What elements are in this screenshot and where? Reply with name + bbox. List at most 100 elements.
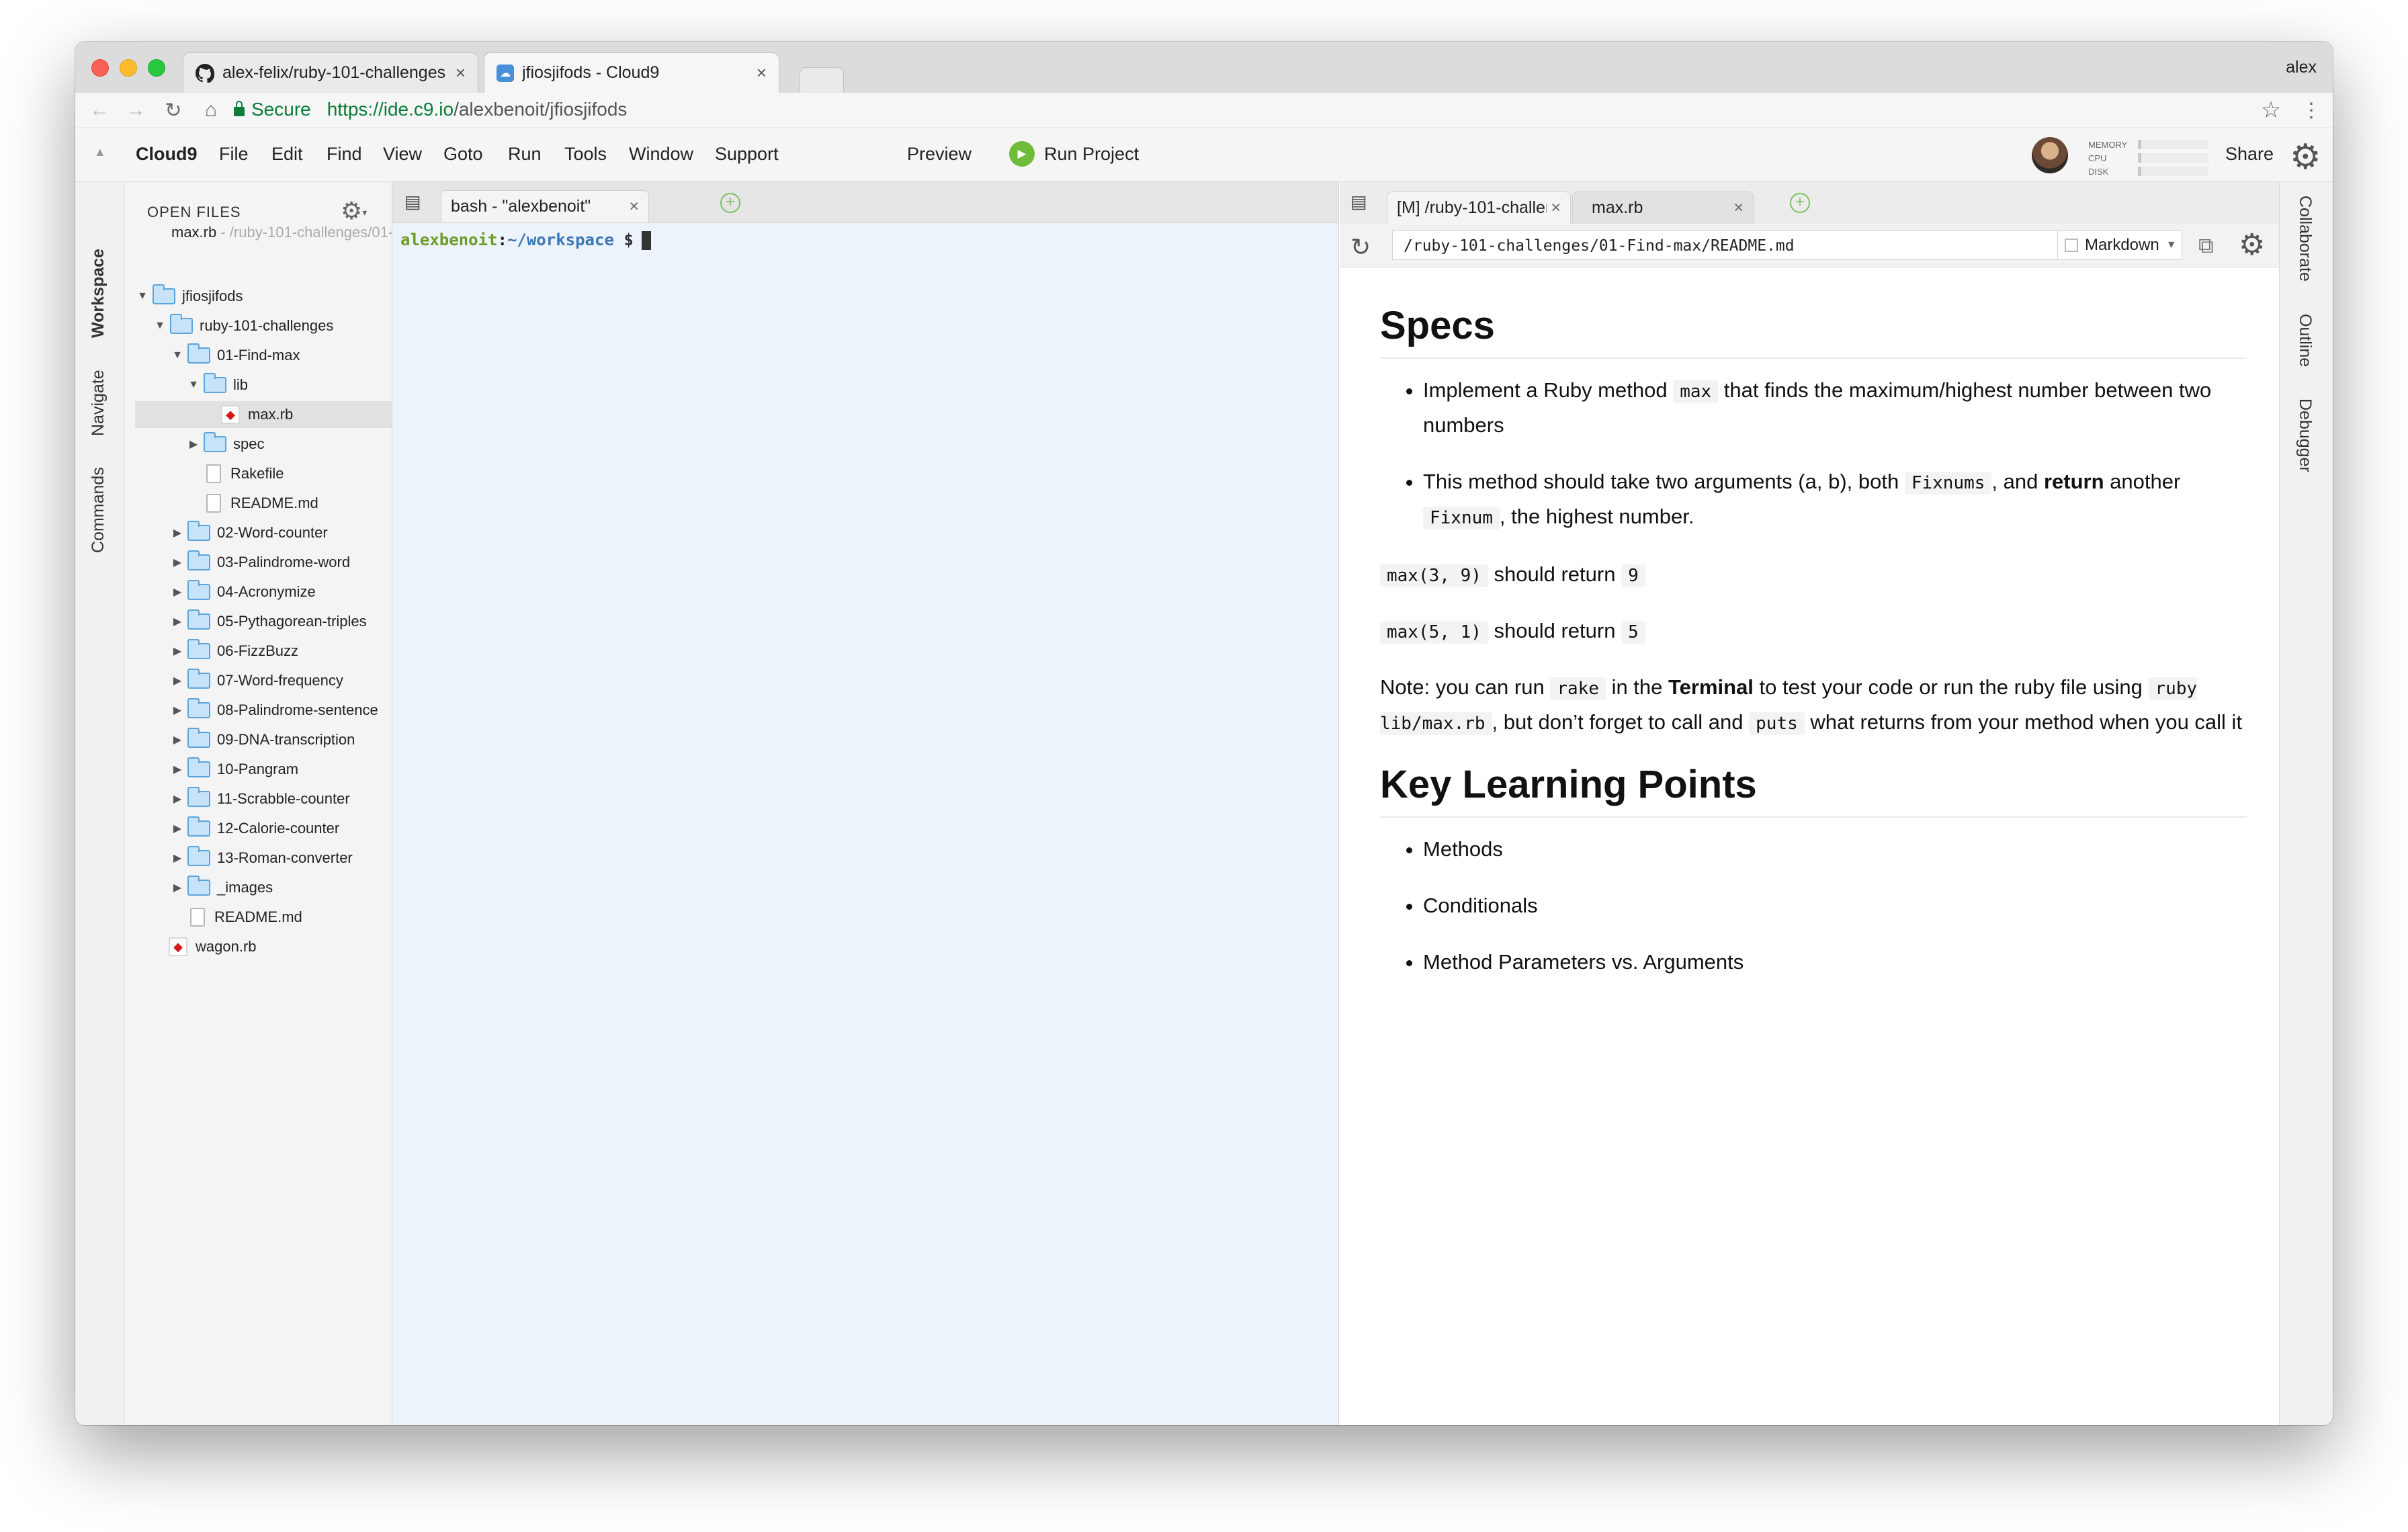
run-project-button[interactable]: ▶ Run Project [1009, 141, 1139, 167]
tree-folder[interactable]: ▶ 13-Roman-converter [135, 845, 392, 871]
tree-folder[interactable]: ▼ ruby-101-challenges [135, 312, 388, 339]
cloud9-menu[interactable]: Cloud9 [136, 144, 198, 165]
tree-folder[interactable]: ▶ 12-Calorie-counter [135, 815, 392, 842]
browser-menu-icon[interactable]: ⋮ [2299, 98, 2323, 122]
tab-list-icon[interactable]: ▤ [404, 192, 421, 212]
refresh-icon[interactable]: ↻ [1350, 233, 1371, 261]
tree-folder[interactable]: ▶ spec [135, 431, 392, 458]
rail-tab-debugger[interactable]: Debugger [2295, 398, 2315, 472]
tree-folder[interactable]: ▶ 10-Pangram [135, 756, 392, 783]
tree-folder[interactable]: ▶ 03-Palindrome-word [135, 549, 392, 576]
collapsed-arrow-icon[interactable]: ▶ [170, 704, 185, 717]
close-window-button[interactable] [91, 59, 109, 77]
close-tab-icon[interactable]: × [456, 62, 466, 83]
tree-file-selected[interactable]: ◆ max.rb [135, 401, 392, 428]
reload-icon[interactable]: ↻ [161, 98, 185, 122]
tree-folder[interactable]: ▼ lib [135, 372, 392, 398]
browser-tab-github[interactable]: alex-felix/ruby-101-challenges × [183, 52, 478, 93]
add-tab-icon[interactable]: + [1790, 193, 1810, 213]
url-field[interactable]: Secure https://ide.c9.io/alexbenoit/jfio… [234, 96, 2333, 123]
collapsed-arrow-icon[interactable]: ▶ [170, 526, 185, 540]
collapsed-arrow-icon[interactable]: ▶ [170, 556, 185, 569]
open-file-item[interactable]: max.rb - /ruby-101-challenges/01-Find-ma… [171, 224, 392, 241]
tree-folder[interactable]: ▶ 07-Word-frequency [135, 667, 392, 694]
tree-folder[interactable]: ▶ 08-Palindrome-sentence [135, 697, 392, 724]
menu-edit[interactable]: Edit [271, 144, 303, 165]
tree-folder[interactable]: ▶ 11-Scrabble-counter [135, 785, 392, 812]
home-icon[interactable]: ⌂ [199, 98, 223, 122]
folder-icon [187, 846, 210, 866]
tree-folder[interactable]: ▶ 04-Acronymize [135, 579, 392, 605]
terminal-pane[interactable]: ▤ bash - "alexbenoit" × + alexbenoit:~/w… [392, 182, 1339, 1425]
expanded-arrow-icon[interactable]: ▼ [135, 290, 150, 302]
preview-tab-maxrb[interactable]: max.rb × [1572, 192, 1754, 224]
collapsed-arrow-icon[interactable]: ▶ [170, 822, 185, 835]
collapsed-arrow-icon[interactable]: ▶ [170, 674, 185, 687]
settings-gear-icon[interactable]: ⚙ [2290, 137, 2321, 177]
close-tab-icon[interactable]: × [757, 62, 767, 83]
share-button[interactable]: Share [2225, 144, 2274, 165]
preview-mode-select[interactable]: Markdown ▼ [2057, 230, 2182, 260]
tree-folder[interactable]: ▶ 09-DNA-transcription [135, 726, 392, 753]
collapsed-arrow-icon[interactable]: ▶ [170, 792, 185, 806]
tree-folder[interactable]: ▶ 02-Word-counter [135, 519, 392, 546]
expanded-arrow-icon[interactable]: ▼ [153, 320, 167, 332]
bookmark-star-icon[interactable]: ☆ [2259, 97, 2283, 123]
browser-tab-cloud9[interactable]: ☁ jfiosjifods - Cloud9 × [484, 52, 779, 93]
add-tab-icon[interactable]: + [720, 193, 740, 213]
expanded-arrow-icon[interactable]: ▼ [186, 379, 201, 391]
collapse-up-icon[interactable]: ▲ [94, 145, 106, 159]
close-tab-icon[interactable]: × [1551, 198, 1561, 218]
menu-find[interactable]: Find [327, 144, 362, 165]
tree-file[interactable]: ◆ wagon.rb [135, 933, 392, 960]
maximize-window-button[interactable] [148, 59, 165, 77]
tree-folder[interactable]: ▶ 06-FizzBuzz [135, 638, 392, 665]
tree-folder[interactable]: ▼ jfiosjifods [135, 283, 370, 310]
browser-tab-title: jfiosjifods - Cloud9 [522, 63, 660, 82]
menu-tools[interactable]: Tools [564, 144, 607, 165]
expanded-arrow-icon[interactable]: ▼ [170, 349, 185, 361]
collapsed-arrow-icon[interactable]: ▶ [170, 733, 185, 747]
new-tab-button[interactable] [800, 67, 844, 93]
collapsed-arrow-icon[interactable]: ▶ [170, 881, 185, 894]
close-tab-icon[interactable]: × [629, 197, 639, 216]
preview-path-input[interactable]: /ruby-101-challenges/01-Find-max/README.… [1392, 230, 2065, 260]
tree-file[interactable]: README.md [135, 490, 392, 517]
rail-tab-collaborate[interactable]: Collaborate [2295, 196, 2315, 282]
preview-settings-gear-icon[interactable]: ⚙ [2239, 228, 2265, 262]
tree-file[interactable]: Rakefile [135, 460, 392, 487]
collapsed-arrow-icon[interactable]: ▶ [170, 763, 185, 776]
tree-folder[interactable]: ▼ 01-Find-max [135, 342, 392, 369]
collapsed-arrow-icon[interactable]: ▶ [170, 615, 185, 628]
menu-file[interactable]: File [219, 144, 249, 165]
terminal-tab[interactable]: bash - "alexbenoit" × [441, 190, 649, 222]
rail-tab-outline[interactable]: Outline [2295, 314, 2315, 367]
avatar[interactable] [2032, 137, 2068, 173]
memory-label: MEMORY [2088, 140, 2128, 150]
preview-tab-readme[interactable]: [M] /ruby-101-challenges/01-Find-max/REA… [1387, 192, 1571, 224]
menu-window[interactable]: Window [629, 144, 693, 165]
menu-support[interactable]: Support [715, 144, 779, 165]
tree-folder[interactable]: ▶ _images [135, 874, 392, 901]
forward-arrow-icon[interactable]: → [124, 98, 148, 122]
collapsed-arrow-icon[interactable]: ▶ [170, 585, 185, 599]
tree-settings-gear-icon[interactable]: ⚙▾ [341, 197, 367, 225]
collapsed-arrow-icon[interactable]: ▶ [186, 437, 201, 451]
collapsed-arrow-icon[interactable]: ▶ [170, 851, 185, 865]
tree-file[interactable]: README.md [135, 904, 392, 931]
menu-goto[interactable]: Goto [443, 144, 483, 165]
tab-list-icon[interactable]: ▤ [1350, 192, 1367, 212]
preview-button[interactable]: Preview [907, 144, 972, 165]
menu-run[interactable]: Run [508, 144, 542, 165]
menu-view[interactable]: View [383, 144, 422, 165]
rail-tab-commands[interactable]: Commands [89, 467, 108, 553]
close-tab-icon[interactable]: × [1733, 198, 1744, 218]
rail-tab-navigate[interactable]: Navigate [89, 370, 108, 436]
minimize-window-button[interactable] [120, 59, 137, 77]
rail-tab-workspace[interactable]: Workspace [89, 249, 108, 338]
collapsed-arrow-icon[interactable]: ▶ [170, 644, 185, 658]
popout-icon[interactable]: ⧉ [2198, 233, 2214, 259]
profile-name[interactable]: alex [2286, 58, 2317, 77]
tree-folder[interactable]: ▶ 05-Pythagorean-triples [135, 608, 392, 635]
back-arrow-icon[interactable]: ← [87, 98, 112, 122]
